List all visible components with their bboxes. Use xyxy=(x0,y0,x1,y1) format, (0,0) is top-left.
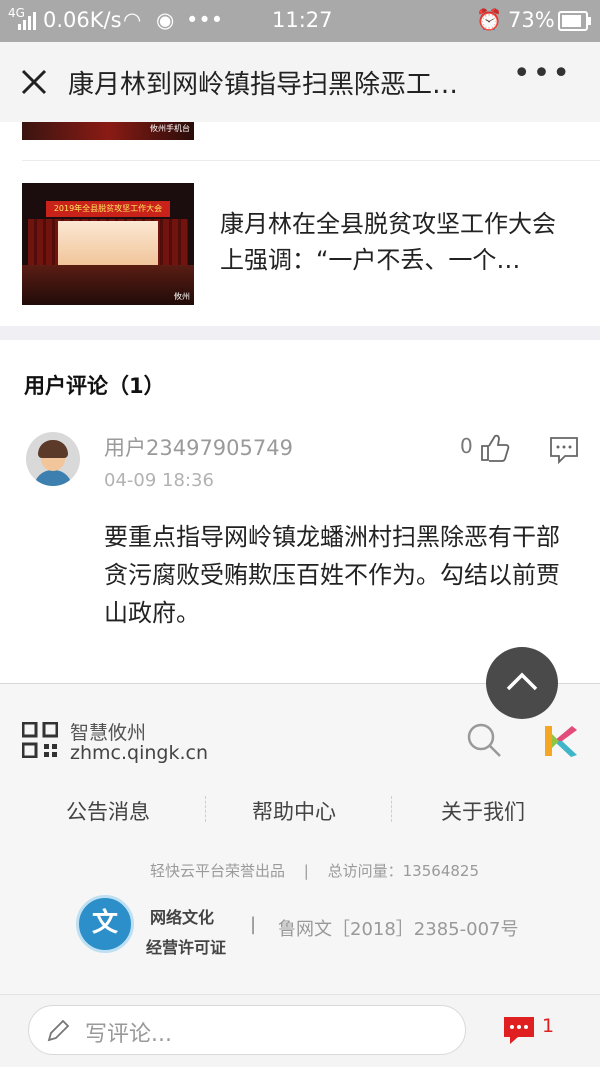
app-icon: ◉ xyxy=(156,8,175,32)
comment-bar: 写评论... 1 xyxy=(0,994,600,1067)
license-number[interactable]: 鲁网文［2018］2385-007号 xyxy=(278,915,518,941)
divider xyxy=(205,796,207,822)
close-icon[interactable] xyxy=(14,62,54,102)
image-watermark: 攸州 xyxy=(174,292,190,301)
comments-heading: 用户评论（1） xyxy=(24,374,165,398)
comment-username: 用户23497905749 xyxy=(104,436,293,460)
footer-link-announcements[interactable]: 公告消息 xyxy=(66,796,150,826)
signal-icon xyxy=(18,12,36,30)
network-speed: 0.06K/s xyxy=(43,8,122,32)
platform-credit: 轻快云平台荣誉出品 | 总访问量：13564825 xyxy=(150,862,479,880)
divider: | xyxy=(250,914,257,935)
comment-time: 04-09 18:36 xyxy=(104,470,214,491)
divider xyxy=(22,160,600,161)
alarm-icon: ⏰ xyxy=(476,8,503,32)
thumbnail-banner-text: 2019年全县脱贫攻坚工作大会 xyxy=(46,201,170,217)
comment-placeholder: 写评论... xyxy=(85,1022,172,1047)
chevron-up-icon xyxy=(506,672,538,691)
footer-link-help[interactable]: 帮助中心 xyxy=(252,796,336,826)
site-footer: 智慧攸州 zhmc.qingk.cn 公告消息 帮助中心 关于我们 轻快云平台荣… xyxy=(0,684,600,994)
comment-bubble-icon[interactable] xyxy=(502,1015,536,1045)
comment-text: 要重点指导网岭镇龙蟠洲村扫黑除恶有干部贪污腐败受贿欺压百姓不作为。勾结以前贾山政… xyxy=(104,523,560,627)
like-button[interactable]: 0 xyxy=(460,434,510,462)
qr-code-icon[interactable] xyxy=(22,722,58,758)
status-bar: 4G 0.06K/s ◠ ◉ ••• 11:27 ⏰ 73% xyxy=(0,0,600,42)
license-title-line2: 经营许可证 xyxy=(146,938,227,957)
like-count: 0 xyxy=(460,434,473,458)
battery-icon xyxy=(558,11,591,31)
back-to-top-button[interactable] xyxy=(486,647,558,719)
comment-input[interactable]: 写评论... xyxy=(28,1005,466,1055)
section-gap xyxy=(0,326,600,340)
page-title: 康月林到网岭镇指导扫黑除恶工… xyxy=(68,70,459,100)
more-options-icon[interactable]: ••• xyxy=(513,56,572,91)
site-url[interactable]: zhmc.qingk.cn xyxy=(70,742,208,764)
license-title-line1: 网络文化 xyxy=(150,908,215,927)
article-thumbnail[interactable]: 2019年全县脱贫攻坚工作大会 攸州 xyxy=(22,183,194,305)
more-notifications-icon: ••• xyxy=(186,8,224,32)
thumbs-up-icon[interactable] xyxy=(480,434,510,462)
avatar[interactable] xyxy=(26,432,80,486)
pencil-icon xyxy=(47,1020,70,1042)
visit-count: 总访问量：13564825 xyxy=(327,862,479,880)
search-icon[interactable] xyxy=(466,722,502,758)
top-nav-bar: 康月林到网岭镇指导扫黑除恶工… ••• xyxy=(0,42,600,122)
comment-count: 1 xyxy=(542,1015,555,1037)
battery-percent: 73% xyxy=(508,8,555,32)
image-watermark: 攸州手机台 xyxy=(150,124,190,133)
wifi-icon: ◠ xyxy=(123,8,142,32)
article-title[interactable]: 康月林在全县脱贫攻坚工作大会上强调：“一户不丢、一个… xyxy=(220,206,572,278)
k-logo-icon[interactable] xyxy=(543,724,579,758)
site-name: 智慧攸州 xyxy=(70,722,147,744)
related-article-image[interactable]: 攸州手机台 xyxy=(22,122,194,140)
footer-link-about[interactable]: 关于我们 xyxy=(441,796,525,826)
reply-icon[interactable] xyxy=(549,436,579,464)
divider xyxy=(391,796,393,822)
license-badge-icon: 文 xyxy=(76,895,134,953)
clock-time: 11:27 xyxy=(272,8,333,32)
